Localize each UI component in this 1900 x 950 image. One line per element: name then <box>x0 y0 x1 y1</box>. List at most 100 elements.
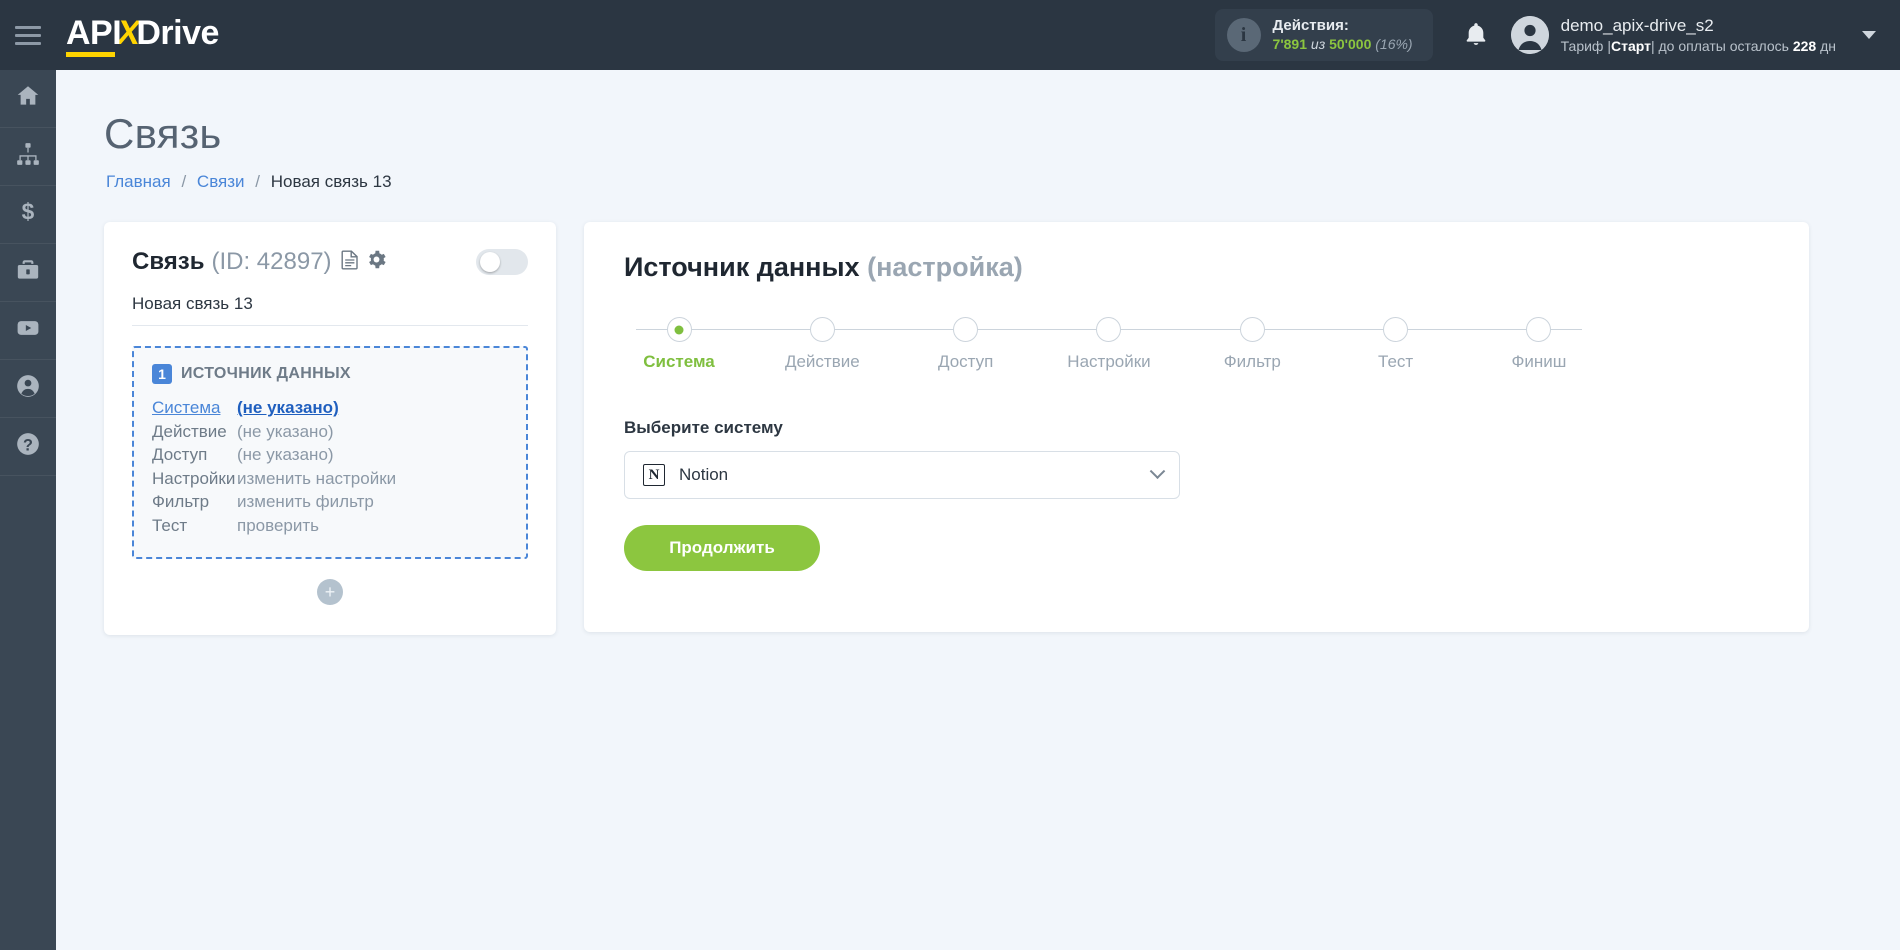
step-label: Система <box>643 352 715 371</box>
step-label: Тест <box>1378 352 1414 371</box>
breadcrumb-home[interactable]: Главная <box>106 172 171 191</box>
question-icon: ? <box>15 431 41 462</box>
block-row-key: Доступ <box>152 445 208 464</box>
hamburger-bar <box>15 41 41 45</box>
step-finish[interactable]: Финиш <box>1484 317 1594 372</box>
block-row-system[interactable]: Система (не указано) <box>152 396 508 420</box>
user-plan-suffix: | до оплаты осталось <box>1650 37 1793 54</box>
step-dot <box>666 317 692 342</box>
step-dot <box>809 317 835 342</box>
rail-item-business[interactable] <box>0 244 56 302</box>
user-plan-prefix: Тариф | <box>1560 37 1611 54</box>
user-menu[interactable]: demo_apix-drive_s2 Тариф |Старт| до опла… <box>1510 15 1836 55</box>
block-row-value[interactable]: (не указано) <box>237 396 339 420</box>
gear-icon[interactable] <box>367 250 386 274</box>
rail-item-video[interactable] <box>0 302 56 360</box>
step-dot <box>1239 317 1265 342</box>
toggle-knob <box>480 252 500 272</box>
step-access[interactable]: Доступ <box>911 317 1021 372</box>
block-row-action[interactable]: Действие (не указано) <box>152 420 508 444</box>
link-card-title: Связь (ID: 42897) <box>132 248 332 276</box>
rail-item-connections[interactable] <box>0 128 56 186</box>
breadcrumb: Главная / Связи / Новая связь 13 <box>106 172 1900 192</box>
link-card: Связь (ID: 42897) Новая связь 13 1 ИСТОЧ… <box>104 222 556 635</box>
user-avatar-icon <box>1510 16 1549 54</box>
chevron-down-icon[interactable] <box>1149 462 1166 479</box>
actions-of: из <box>1310 35 1326 52</box>
actions-percent: (16%) <box>1375 35 1413 52</box>
link-card-id: (ID: 42897) <box>211 248 332 275</box>
setup-panel-title: Источник данных (настройка) <box>624 252 1769 283</box>
block-row-value: (не указано) <box>237 445 334 464</box>
rail-item-account[interactable] <box>0 360 56 418</box>
step-filter[interactable]: Фильтр <box>1197 317 1307 372</box>
block-title: ИСТОЧНИК ДАННЫХ <box>181 365 351 382</box>
hamburger-bar <box>15 25 41 29</box>
block-row-test[interactable]: Тест проверить <box>152 514 508 538</box>
block-row-value: (не указано) <box>237 421 334 441</box>
account-icon <box>15 373 41 404</box>
block-row-key[interactable]: Система <box>152 396 237 420</box>
notion-icon: N <box>643 464 665 486</box>
add-block-row: + <box>132 579 528 605</box>
breadcrumb-current: Новая связь 13 <box>270 172 392 191</box>
actions-quota-values: 7'891 из 50'000 (16%) <box>1273 36 1413 54</box>
step-dot <box>1526 317 1552 342</box>
step-system[interactable]: Система <box>624 317 734 372</box>
block-row-key: Фильтр <box>152 492 210 511</box>
apixdrive-logo[interactable]: API X Drive <box>66 14 219 57</box>
step-test[interactable]: Тест <box>1341 317 1451 372</box>
user-info: demo_apix-drive_s2 Тариф |Старт| до опла… <box>1561 15 1836 55</box>
user-plan-name: Старт <box>1610 37 1651 54</box>
logo-part-api: API <box>66 14 122 57</box>
setup-title-dim: (настройка) <box>867 252 1023 282</box>
breadcrumb-separator: / <box>255 172 261 191</box>
rail-item-help[interactable]: ? <box>0 418 56 476</box>
sitemap-icon <box>15 141 41 172</box>
block-number-badge: 1 <box>152 364 172 384</box>
user-plan-days-unit: дн <box>1816 37 1836 54</box>
block-row-value: изменить фильтр <box>237 492 374 511</box>
step-label: Финиш <box>1511 352 1567 371</box>
continue-button[interactable]: Продолжить <box>624 525 820 571</box>
plus-icon[interactable]: + <box>317 579 343 605</box>
block-row-value: изменить настройки <box>237 468 397 488</box>
bell-icon[interactable] <box>1463 21 1489 49</box>
actions-used: 7'891 <box>1272 35 1308 52</box>
system-select[interactable]: N Notion <box>624 451 1180 499</box>
hamburger-icon[interactable] <box>0 0 56 70</box>
top-bar: API X Drive i Действия: 7'891 из 50'000 (1… <box>0 0 1900 70</box>
document-icon[interactable] <box>341 250 359 275</box>
block-row-filter[interactable]: Фильтр изменить фильтр <box>152 490 508 514</box>
step-label: Настройки <box>1067 352 1151 371</box>
user-plan: Тариф |Старт| до оплаты осталось 228 дн <box>1561 37 1836 55</box>
block-row-settings[interactable]: Настройки изменить настройки <box>152 467 508 491</box>
svg-text:$: $ <box>22 199 35 225</box>
step-label: Действие <box>784 352 860 371</box>
step-label: Фильтр <box>1223 352 1281 371</box>
step-settings[interactable]: Настройки <box>1054 317 1164 372</box>
rail-item-billing[interactable]: $ <box>0 186 56 244</box>
actions-quota-chip[interactable]: i Действия: 7'891 из 50'000 (16%) <box>1214 9 1433 61</box>
link-name: Новая связь 13 <box>132 294 528 326</box>
data-source-block[interactable]: 1 ИСТОЧНИК ДАННЫХ Система (не указано) Д… <box>132 346 528 559</box>
user-name: demo_apix-drive_s2 <box>1560 15 1714 35</box>
link-enable-toggle[interactable] <box>476 249 528 275</box>
block-row-key: Тест <box>152 515 188 535</box>
step-dot <box>1383 317 1409 342</box>
data-source-block-header: 1 ИСТОЧНИК ДАННЫХ <box>152 364 508 384</box>
block-row-access[interactable]: Доступ (не указано) <box>152 443 508 467</box>
info-icon: i <box>1226 18 1261 52</box>
chevron-down-icon[interactable] <box>1862 31 1876 39</box>
actions-quota-text: Действия: 7'891 из 50'000 (16%) <box>1273 17 1413 53</box>
breadcrumb-links[interactable]: Связи <box>197 172 245 191</box>
select-system-label: Выберите систему <box>624 418 783 437</box>
user-plan-days: 228 <box>1792 37 1817 54</box>
system-select-value: Notion <box>679 465 729 484</box>
svg-text:?: ? <box>23 437 33 455</box>
step-label: Доступ <box>937 352 994 371</box>
rail-item-home[interactable] <box>0 70 56 128</box>
step-action[interactable]: Действие <box>767 317 877 372</box>
block-row-key: Действие <box>152 421 227 441</box>
block-rows: Система (не указано) Действие (не указан… <box>152 396 508 537</box>
